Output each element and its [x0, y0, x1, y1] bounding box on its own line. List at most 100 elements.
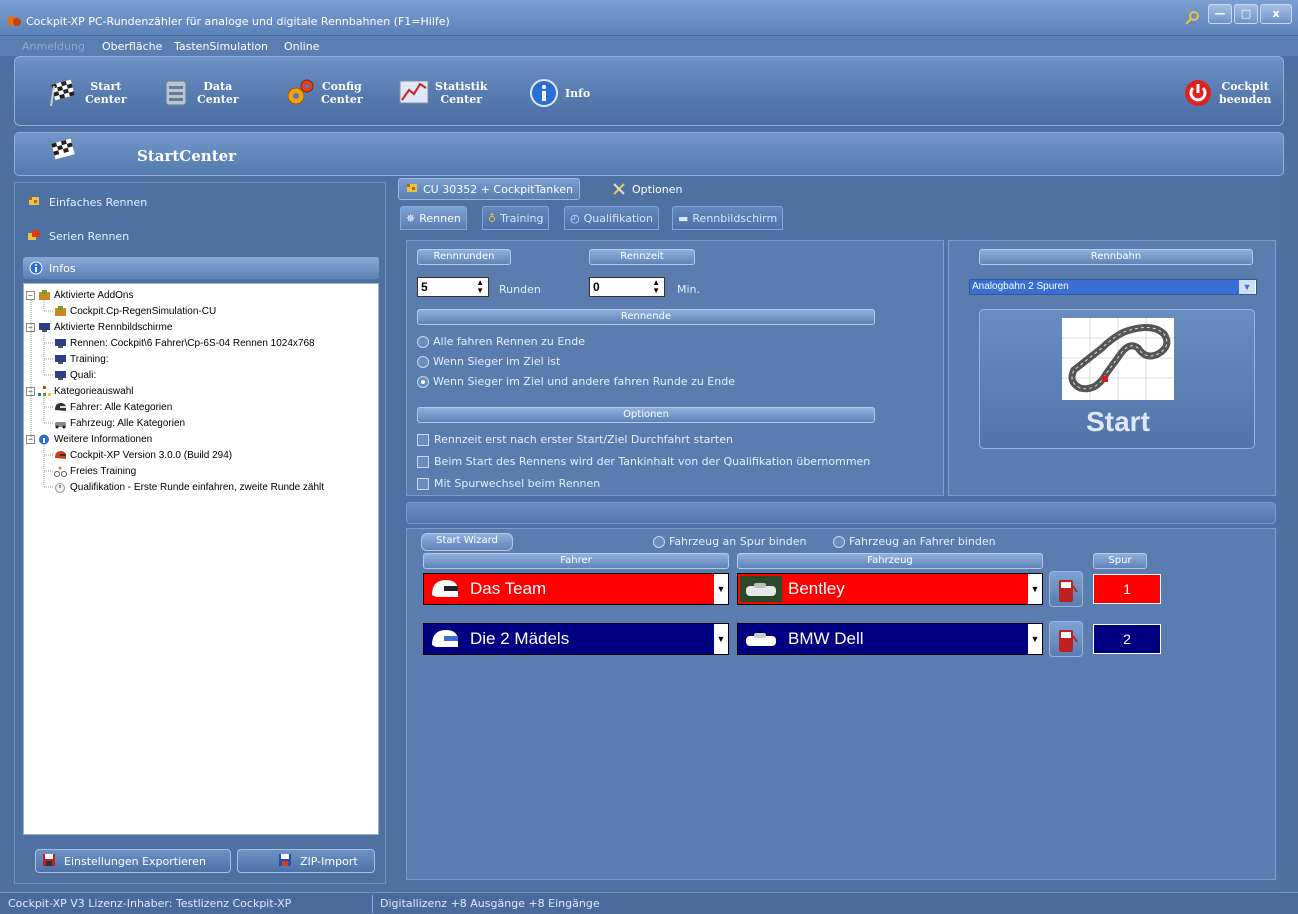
rennbahn-header[interactable]: Rennbahn — [979, 249, 1253, 265]
power-icon — [1183, 78, 1213, 108]
search-icon[interactable] — [1184, 10, 1200, 26]
rennende-header[interactable]: Rennende — [417, 309, 875, 325]
optionen-header[interactable]: Optionen — [417, 407, 875, 423]
left-bottom-bar: Einstellungen Exportieren ZIP-Import — [23, 837, 379, 877]
race-end-option[interactable]: Alle fahren Rennen zu Ende — [417, 335, 585, 348]
flag-icon — [27, 195, 43, 209]
bind-lane-option[interactable]: Fahrzeug an Spur binden — [653, 535, 806, 548]
stepper-arrows-icon[interactable]: ▲ ▼ — [476, 279, 484, 295]
simple-race-link[interactable]: Einfaches Rennen — [27, 195, 147, 209]
chevron-down-icon[interactable]: ▼ — [714, 624, 728, 654]
tree-label: Cockpit.Cp-RegenSimulation-CU — [70, 305, 217, 317]
menu-tastensimulation[interactable]: TastenSimulation — [174, 40, 268, 53]
car-select[interactable]: BMW Dell ▼ — [737, 623, 1043, 655]
time-unit: Min. — [677, 283, 701, 296]
tab-optionen[interactable]: Optionen — [606, 178, 688, 200]
tree-node[interactable]: Cockpit-XP Version 3.0.0 (Build 294) — [54, 447, 232, 463]
drivers-panel: Start Wizard Fahrzeug an Spur binden Fah… — [406, 528, 1276, 880]
maximize-button[interactable]: □ — [1234, 4, 1258, 24]
car-name: Bentley — [788, 579, 845, 598]
stepper-arrows-icon[interactable]: ▲ ▼ — [652, 279, 660, 295]
radio-icon[interactable] — [653, 535, 665, 548]
zip-import-button[interactable]: ZIP-Import — [237, 849, 375, 873]
tree-lines — [30, 300, 54, 488]
checkbox-icon[interactable] — [417, 433, 429, 446]
driver-select[interactable]: Das Team ▼ — [423, 573, 729, 605]
chevron-down-icon[interactable]: ▼ — [714, 574, 728, 604]
chart-icon — [399, 78, 429, 108]
tree-node[interactable]: Rennen: Cockpit\6 Fahrer\Cp-6S-04 Rennen… — [54, 335, 315, 351]
data-center-button[interactable]: Data Center — [161, 75, 239, 111]
driver-select[interactable]: Die 2 Mädels ▼ — [423, 623, 729, 655]
tree-node[interactable]: Cockpit.Cp-RegenSimulation-CU — [54, 303, 216, 319]
column-lane[interactable]: Spur — [1093, 553, 1147, 569]
race-end-option[interactable]: Wenn Sieger im Ziel und andere fahren Ru… — [417, 375, 735, 388]
rennrunden-header[interactable]: Rennrunden — [417, 249, 511, 265]
series-race-link[interactable]: Serien Rennen — [27, 229, 129, 243]
car-select[interactable]: Bentley ▼ — [737, 573, 1043, 605]
tab-training[interactable]: ♁ Training — [482, 206, 550, 230]
lane-number: 1 — [1093, 574, 1161, 604]
chevron-down-icon[interactable]: ▼ — [1028, 574, 1042, 604]
start-button[interactable]: Start — [979, 309, 1255, 449]
tab-rennbildschirm[interactable]: ▬ Rennbildschirm — [672, 206, 784, 230]
close-button[interactable]: x — [1260, 4, 1292, 24]
series-race-label: Serien Rennen — [49, 229, 130, 243]
menu-oberflaeche[interactable]: Oberfläche — [102, 40, 162, 53]
tab-rennen[interactable]: ✵ Rennen — [400, 206, 467, 230]
status-bar: Cockpit-XP V3 Lizenz-Inhaber: Testlizenz… — [0, 892, 1298, 914]
cockpit-exit-button[interactable]: Cockpit beenden — [1183, 75, 1271, 111]
time-stepper[interactable]: 0 ▲ ▼ — [589, 277, 665, 297]
checkered-flag-icon — [49, 137, 81, 169]
laps-stepper[interactable]: 5 ▲ ▼ — [417, 277, 489, 297]
tree-node[interactable]: Qualifikation - Erste Runde einfahren, z… — [54, 479, 324, 495]
column-car[interactable]: Fahrzeug — [737, 553, 1043, 569]
info-label: Info — [565, 86, 591, 100]
infos-header[interactable]: Infos — [23, 257, 379, 279]
info-tree[interactable]: − Aktivierte AddOns Cockpit.Cp-RegenSimul… — [23, 283, 379, 835]
bind-driver-option[interactable]: Fahrzeug an Fahrer binden — [833, 535, 996, 548]
option-checkbox[interactable]: Beim Start des Rennens wird der Tankinha… — [417, 455, 870, 468]
export-settings-button[interactable]: Einstellungen Exportieren — [35, 849, 231, 873]
app-logo-icon — [6, 14, 22, 28]
track-select[interactable]: Analogbahn 2 Spuren ▼ — [969, 279, 1257, 295]
menu-anmeldung[interactable]: Anmeldung — [22, 40, 85, 53]
tab-qualifikation[interactable]: ◴ Qualifikation — [564, 206, 660, 230]
main-toolbar: Start Center Data Center Config Center S… — [14, 56, 1284, 126]
export-icon — [42, 853, 58, 869]
tree-node[interactable]: Freies Training — [54, 463, 136, 479]
fuel-button[interactable] — [1049, 621, 1083, 657]
tab-cu-30352[interactable]: CU 30352 + CockpitTanken — [398, 178, 580, 200]
race-end-option[interactable]: Wenn Sieger im Ziel ist — [417, 355, 560, 368]
minimize-button[interactable]: — — [1208, 4, 1232, 24]
config-center-button[interactable]: Config Center — [285, 75, 363, 111]
car-name: BMW Dell — [788, 629, 864, 648]
radio-icon[interactable] — [417, 335, 429, 348]
info-button[interactable]: Info — [529, 75, 590, 111]
start-wizard-button[interactable]: Start Wizard — [421, 533, 513, 551]
chevron-down-icon[interactable]: ▼ — [1028, 624, 1042, 654]
fuel-pump-icon — [1059, 580, 1078, 602]
chevron-down-icon[interactable]: ▼ — [1239, 280, 1255, 294]
option-checkbox[interactable]: Rennzeit erst nach erster Start/Ziel Dur… — [417, 433, 733, 446]
track-select-value: Analogbahn 2 Spuren — [970, 280, 1240, 294]
radio-icon[interactable] — [417, 355, 429, 368]
option-label: Beim Start des Rennens wird der Tankinha… — [434, 455, 871, 468]
column-driver[interactable]: Fahrer — [423, 553, 729, 569]
option-checkbox[interactable]: Mit Spurwechsel beim Rennen — [417, 477, 600, 490]
radio-icon[interactable] — [833, 535, 845, 548]
checkbox-icon[interactable] — [417, 455, 429, 468]
start-center-button[interactable]: Start Center — [49, 75, 127, 111]
tree-node[interactable]: Fahrzeug: Alle Kategorien — [54, 415, 185, 431]
rennzeit-header[interactable]: Rennzeit — [589, 249, 695, 265]
window-title: Cockpit-XP PC-Rundenzähler für analoge u… — [26, 15, 450, 28]
fuel-pump-icon — [1059, 630, 1078, 652]
driver-name: Das Team — [470, 579, 547, 598]
option-label: Mit Spurwechsel beim Rennen — [434, 477, 601, 490]
statistik-center-button[interactable]: Statistik Center — [399, 75, 488, 111]
checkbox-icon[interactable] — [417, 477, 429, 490]
radio-selected-icon[interactable] — [417, 375, 429, 388]
fuel-button[interactable] — [1049, 571, 1083, 607]
menu-online[interactable]: Online — [284, 40, 319, 53]
tree-node[interactable]: Fahrer: Alle Kategorien — [54, 399, 172, 415]
